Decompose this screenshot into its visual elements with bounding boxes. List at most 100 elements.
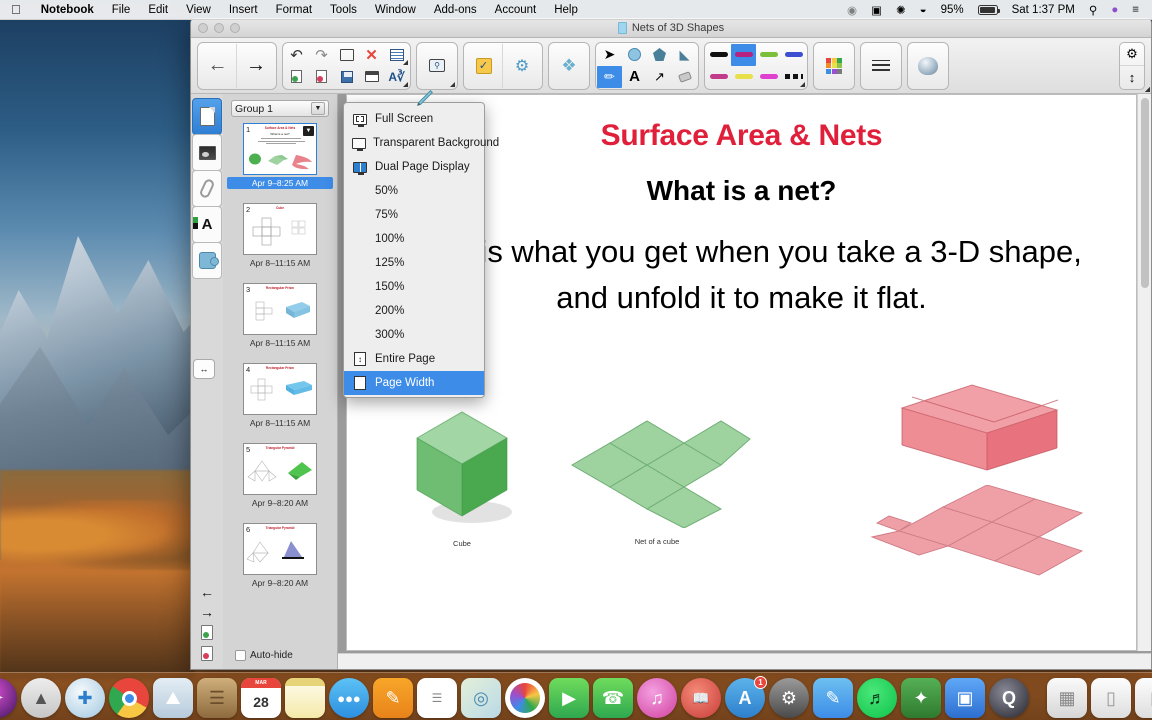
pen-style-green[interactable] [756,44,781,66]
menu-format[interactable]: Format [267,4,321,16]
sidebar-item-addons[interactable] [192,242,222,279]
menu-help[interactable]: Help [545,4,587,16]
menu-item-transparent-background[interactable]: Transparent Background [344,131,499,155]
page-back-button[interactable]: ← [200,585,214,599]
dock-item-document-stack-2[interactable]: ▯ [1135,678,1152,718]
menu-item-dual-page-display[interactable]: Dual Page Display [344,155,484,179]
bluetooth-share-icon[interactable]: ✺ [889,3,913,17]
dock-item-siri[interactable]: ✦ [0,678,17,718]
thumbnail-preview[interactable]: 5 Triangular Pyramid [243,443,317,495]
thumbnail-preview[interactable]: 6 Triangular Pyramid [243,523,317,575]
dock-item-chrome[interactable] [109,678,149,718]
dock-item-ibooks[interactable]: 📖 [681,678,721,718]
apple-logo-icon[interactable]:  [0,3,32,16]
menu-item-zoom-100[interactable]: 100% [344,227,484,251]
open-file-button[interactable] [334,44,359,66]
dock-item-spotify[interactable]: ♬ [857,678,897,718]
dock-item-pages[interactable]: ✎ [373,678,413,718]
add-page-icon[interactable] [201,625,213,640]
thumbnail-preview[interactable]: 3 Rectangular Prism [243,283,317,335]
line-tool[interactable]: ↗ [647,66,672,88]
fill-tool[interactable]: ◣ [672,44,697,66]
dock-item-preview[interactable]: ⛰ [153,678,193,718]
dock-item-downloads-stack[interactable]: ▦ [1047,678,1087,718]
thumbnail-item[interactable]: 1 ▼ Surface Area & Nets What is a net? A… [227,123,333,189]
screen-capture-button[interactable]: ⚲ [418,44,456,88]
menu-view[interactable]: View [177,4,220,16]
notification-center-icon[interactable]: ≡ [1125,4,1146,16]
dock-item-launchpad[interactable]: ▲ [21,678,61,718]
thumbnail-preview[interactable]: 1 ▼ Surface Area & Nets What is a net? [243,123,317,175]
measurement-tools-button[interactable]: A∛ [384,66,409,88]
pen-style-violet[interactable] [756,66,781,88]
dock-item-document-stack-1[interactable]: ▯ [1091,678,1131,718]
thumbnail-item[interactable]: 5 Triangular Pyramid Apr 9–8:20 AM [227,443,333,509]
expand-toolbar-icon[interactable]: ↕ [1120,66,1144,89]
menu-item-entire-page[interactable]: ↕ Entire Page [344,347,484,371]
menu-item-zoom-75[interactable]: 75% [344,203,484,227]
lab-activity-button[interactable]: ⚙ [503,44,541,88]
pen-style-yellow[interactable] [731,66,756,88]
dock-item-phone[interactable]: ☎ [593,678,633,718]
dock-item-geogebra[interactable]: ✦ [901,678,941,718]
menu-item-zoom-50[interactable]: 50% [344,179,484,203]
insert-table-button[interactable] [384,44,409,66]
thumbnail-item[interactable]: 4 Rectangular Prism Apr 8–11:15 AM [227,363,333,429]
pens-tool[interactable]: ✏ [597,65,622,88]
menu-window[interactable]: Window [366,4,425,16]
dock-item-safari[interactable]: ✚ [65,678,105,718]
shapes-tool[interactable] [622,44,647,66]
dock-item-contacts[interactable]: ☰ [197,678,237,718]
dock-item-smart-notebook[interactable]: ✎ [813,678,853,718]
pen-style-magenta[interactable] [731,43,756,66]
menu-item-zoom-125[interactable]: 125% [344,251,484,275]
menu-item-zoom-300[interactable]: 300% [344,323,484,347]
menu-item-full-screen[interactable]: Full Screen [344,107,484,131]
wifi-icon[interactable]: ◒ [913,4,934,16]
thumbnail-item[interactable]: 2 Cube Apr 8–11:15 AM [227,203,333,269]
menu-addons[interactable]: Add-ons [425,4,486,16]
thumbnail-list[interactable]: 1 ▼ Surface Area & Nets What is a net? A… [223,123,337,646]
line-properties-button[interactable] [862,44,900,88]
chevron-down-icon[interactable]: ▼ [311,102,325,115]
delete-button[interactable]: ✕ [359,44,384,66]
sidebar-item-gallery[interactable] [192,134,222,171]
sidebar-item-attachments[interactable] [192,170,222,207]
dock-item-facetime[interactable]: ▶ [549,678,589,718]
group-selector[interactable]: Group 1 ▼ [231,100,329,117]
save-button[interactable] [334,66,359,88]
remove-page-icon[interactable] [201,646,213,661]
menu-tools[interactable]: Tools [321,4,366,16]
screen-shade-button[interactable] [359,66,384,88]
horizontal-scrollbar[interactable] [338,653,1151,669]
new-page-button[interactable] [284,66,309,88]
dock-item-zoom[interactable]: ▣ [945,678,985,718]
menu-file[interactable]: File [103,4,140,16]
siri-icon[interactable]: ● [1104,4,1125,16]
previous-page-button[interactable]: ← [199,43,237,88]
thumbnail-preview[interactable]: 4 Rectangular Prism [243,363,317,415]
dock-item-app-store[interactable]: A1 [725,676,767,718]
video-icon[interactable]: ▣ [864,3,889,17]
vertical-scrollbar[interactable] [1137,94,1151,651]
sidebar-item-page-sorter[interactable] [192,98,222,135]
menu-item-zoom-200[interactable]: 200% [344,299,484,323]
select-tool[interactable]: ➤ [597,44,622,66]
dock-item-reminders[interactable]: ☰ [417,678,457,718]
menu-account[interactable]: Account [486,4,546,16]
dock-item-calendar[interactable]: MAR 28 [241,678,281,718]
spotlight-search-icon[interactable]: ⚲ [1082,3,1104,17]
color-palette-button[interactable] [815,44,853,88]
settings-gear-icon[interactable]: ⚙ [1120,43,1144,66]
delete-page-button[interactable] [309,66,334,88]
dock-item-messages[interactable]: ●●● [329,678,369,718]
redo-button[interactable]: ↷ [309,44,334,66]
auto-hide-checkbox[interactable] [235,650,246,661]
dock-item-photos[interactable] [505,678,545,718]
next-page-button[interactable]: → [237,44,275,88]
menu-notebook[interactable]: Notebook [32,4,103,16]
pen-style-blue[interactable] [781,44,806,66]
clock-label[interactable]: Sat 1:37 PM [1005,4,1082,16]
zoom-button[interactable] [230,23,240,33]
text-tool[interactable]: A [622,66,647,88]
